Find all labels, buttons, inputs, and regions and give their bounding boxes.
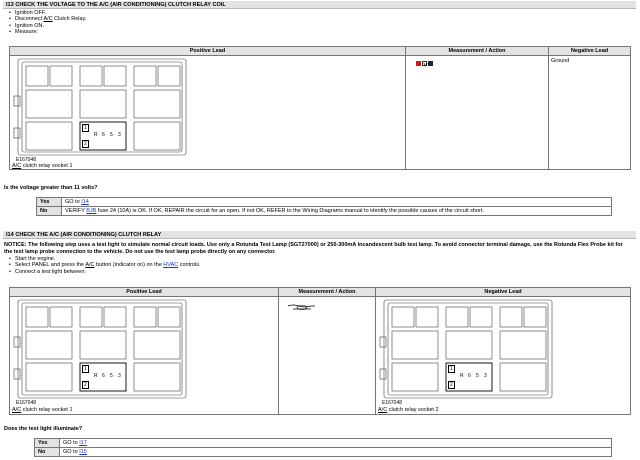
answer-row-no: No GO to I15 (34, 447, 612, 457)
step-item: Measure: (9, 29, 86, 36)
header-negative-lead: Negative Lead (548, 46, 631, 56)
pin-5-label: 5 (110, 132, 113, 138)
relay-box-drawing (13, 58, 187, 156)
link-i14[interactable]: I14 (81, 199, 89, 205)
header-measurement-action: Measurement / Action (405, 46, 549, 56)
link-hvac[interactable]: HVAC (163, 262, 178, 268)
pin-3-label: 3 (118, 132, 121, 138)
pin-2-label: 2 (448, 381, 455, 389)
meter-volt-icon (422, 61, 428, 67)
measurement-action-cell (278, 296, 376, 415)
figure-code: E167048 (382, 400, 403, 406)
answer-key-no: No (36, 206, 62, 216)
figure-code: E167048 (16, 400, 37, 406)
measurement-action-cell (405, 55, 549, 170)
answer-text: VERIFY BJB fuse 24 (10A) is OK. If OK, R… (61, 206, 612, 216)
pin-3-label: 3 (484, 373, 487, 379)
figure-caption: A/C clutch relay socket 2 (378, 407, 439, 413)
pin-2-label: 2 (82, 381, 89, 389)
step-list-i13: Ignition OFF. Disconnect A/C Clutch Rela… (6, 10, 86, 35)
answer-text: GO to I15 (59, 447, 612, 457)
abbreviation: A/C (43, 16, 53, 23)
answer-key-no: No (34, 447, 60, 457)
pin-2-label: 2 (82, 140, 89, 148)
pin-1-label: 1 (82, 365, 89, 373)
header-positive-lead: Positive Lead (9, 287, 279, 297)
pin-1-label: 1 (82, 124, 89, 132)
question-i14: Does the test light illuminate? (4, 426, 83, 432)
answer-row-yes: Yes GO to I14 (36, 197, 612, 207)
relay-box-drawing (379, 299, 553, 399)
positive-lead-cell: 1 2 R 6 5 3 E167048 A/C clutch relay soc… (9, 55, 406, 170)
header-positive-lead: Positive Lead (9, 46, 406, 56)
question-i13: Is the voltage greater than 11 volts? (4, 185, 98, 191)
answer-table-i13: Yes GO to I14 No VERIFY BJB fuse 24 (10A… (36, 197, 612, 216)
link-bjb[interactable]: BJB (86, 208, 96, 214)
figure-caption: A/C clutch relay socket 1 (12, 407, 73, 413)
negative-lead-cell: 1 2 R 6 5 3 E167048 A/C clutch relay soc… (375, 296, 631, 415)
relay-box-diagram: 1 2 R 6 5 3 E167048 A/C clutch relay soc… (10, 56, 405, 169)
section-heading-i14: I14 CHECK THE A/C (AIR CONDITIONING) CLU… (3, 231, 636, 239)
step-item: Connect a test light between: (9, 269, 201, 276)
answer-key-yes: Yes (36, 197, 62, 207)
relay-box-diagram-right: 1 2 R 6 5 3 E167048 A/C clutch relay soc… (376, 297, 630, 414)
answer-key-yes: Yes (34, 438, 60, 448)
figure-caption: A/C clutch relay socket 1 (12, 163, 73, 169)
section-heading-i13: I13 CHECK THE VOLTAGE TO THE A/C (AIR CO… (3, 1, 636, 9)
relay-letter-label: R (460, 373, 464, 379)
answer-text: GO to I14 (61, 197, 612, 207)
relay-letter-label: R (94, 132, 98, 138)
answer-text: GO to I17 (59, 438, 612, 448)
notice-text: NOTICE: The following step uses a test l… (4, 242, 623, 255)
measurement-table-i14: Positive Lead Measurement / Action Negat… (9, 287, 631, 415)
measurement-table-i13: Positive Lead Measurement / Action Negat… (9, 46, 631, 170)
pin-6-label: 6 (102, 373, 105, 379)
header-measurement-action: Measurement / Action (278, 287, 376, 297)
test-lamp-icon (287, 304, 315, 310)
relay-letter-label: R (94, 373, 98, 379)
answer-row-no: No VERIFY BJB fuse 24 (10A) is OK. If OK… (36, 206, 612, 216)
pin-6-label: 6 (468, 373, 471, 379)
pin-5-label: 5 (476, 373, 479, 379)
page: I13 CHECK THE VOLTAGE TO THE A/C (AIR CO… (0, 0, 640, 460)
abbreviation: A/C (85, 262, 95, 269)
relay-box-diagram-left: 1 2 R 6 5 3 E167048 A/C clutch relay soc… (10, 297, 278, 414)
positive-lead-cell: 1 2 R 6 5 3 E167048 A/C clutch relay soc… (9, 296, 279, 415)
meter-red-icon (416, 61, 421, 66)
pin-6-label: 6 (102, 132, 105, 138)
relay-box-drawing (13, 299, 187, 399)
pin-5-label: 5 (110, 373, 113, 379)
negative-lead-value: Ground (551, 58, 570, 64)
meter-dc-icon (428, 61, 433, 66)
link-i15[interactable]: I15 (79, 449, 87, 455)
link-i17[interactable]: I17 (79, 440, 87, 446)
step-list-i14: Start the engine. Select PANEL and press… (6, 256, 201, 276)
negative-lead-cell: Ground (548, 55, 631, 170)
answer-row-yes: Yes GO to I17 (34, 438, 612, 448)
voltmeter-symbols (416, 61, 546, 67)
pin-1-label: 1 (448, 365, 455, 373)
pin-3-label: 3 (118, 373, 121, 379)
answer-table-i14: Yes GO to I17 No GO to I15 (34, 438, 612, 457)
header-negative-lead: Negative Lead (375, 287, 631, 297)
